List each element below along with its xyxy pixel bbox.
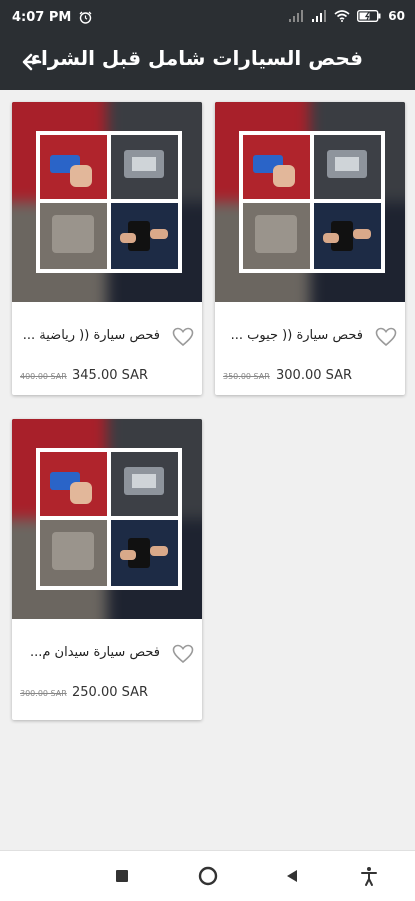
wifi-icon — [334, 10, 350, 22]
accessibility-icon[interactable] — [357, 864, 381, 888]
heart-outline-icon[interactable] — [172, 644, 194, 664]
heart-outline-icon[interactable] — [172, 327, 194, 347]
product-name: فحص سيارة سيدان م... — [29, 645, 160, 660]
product-card[interactable]: فحص سيارة (( جيوب ... 350.00 SAR 300.00 … — [215, 102, 405, 395]
status-time: 4:07 PM — [12, 10, 72, 25]
product-name: فحص سيارة (( رياضية ... — [22, 328, 160, 343]
product-price: 250.00 SAR — [72, 685, 149, 700]
product-image — [12, 419, 202, 619]
inspection-collage-image — [36, 131, 182, 273]
product-grid: فحص سيارة (( جيوب ... 350.00 SAR 300.00 … — [0, 90, 415, 850]
product-price: 300.00 SAR — [276, 368, 353, 383]
back-triangle-icon[interactable] — [280, 864, 304, 888]
original-price: 400.00 SAR — [20, 372, 67, 381]
original-price: 350.00 SAR — [223, 372, 270, 381]
status-bar: 4:07 PM 60 — [0, 0, 415, 34]
product-name: فحص سيارة (( جيوب ... — [230, 328, 363, 343]
original-price: 300.00 SAR — [20, 689, 67, 698]
signal-icon — [289, 10, 304, 22]
home-circle-icon[interactable] — [196, 864, 220, 888]
inspection-collage-image — [239, 131, 385, 273]
system-nav-bar — [0, 850, 415, 901]
heart-outline-icon[interactable] — [375, 327, 397, 347]
battery-icon — [357, 10, 381, 22]
product-card[interactable]: فحص سيارة (( رياضية ... 400.00 SAR 345.0… — [12, 102, 202, 395]
inspection-collage-image — [36, 448, 182, 590]
product-card[interactable]: فحص سيارة سيدان م... 300.00 SAR 250.00 S… — [12, 419, 202, 720]
product-price: 345.00 SAR — [72, 368, 149, 383]
product-image — [12, 102, 202, 302]
battery-level: 60 — [388, 9, 405, 23]
product-image — [215, 102, 405, 302]
alarm-icon — [79, 11, 92, 24]
page-title: فحص السيارات شامل قبل الشراء — [30, 46, 363, 70]
signal-icon — [312, 10, 327, 22]
app-bar: فحص السيارات شامل قبل الشراء — [0, 34, 415, 90]
recents-square-icon[interactable] — [110, 864, 134, 888]
